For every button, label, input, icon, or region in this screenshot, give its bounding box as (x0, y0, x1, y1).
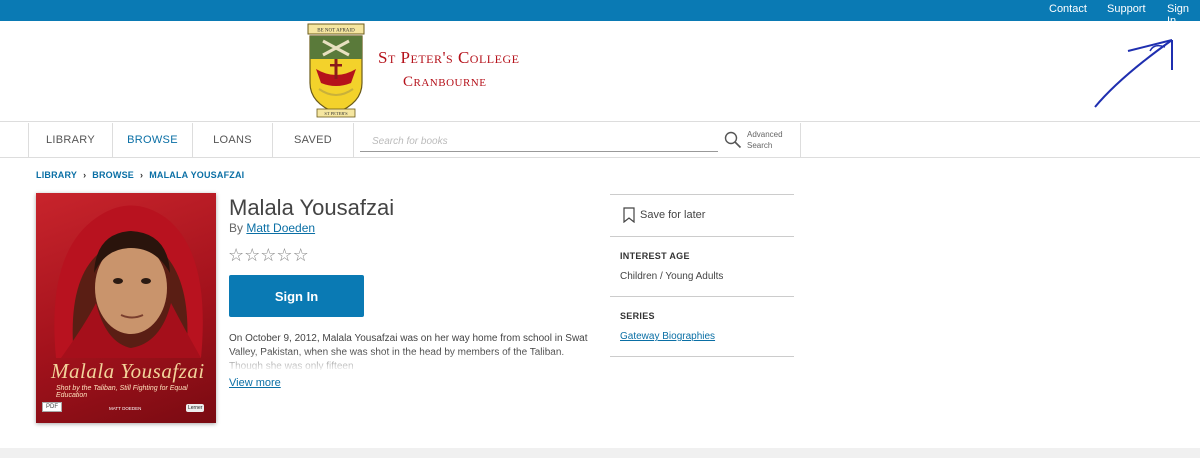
book-title: Malala Yousafzai (229, 195, 395, 220)
interest-age-section: INTEREST AGE Children / Young Adults (610, 236, 794, 296)
search-input[interactable] (360, 131, 718, 152)
search-label: Search (747, 141, 773, 150)
chevron-right-icon: › (83, 170, 87, 180)
author-link[interactable]: Matt Doeden (246, 221, 315, 235)
tab-browse[interactable]: BROWSE (113, 123, 193, 158)
top-bar: Contact Support Sign In (0, 0, 1200, 27)
by-label: By (229, 221, 244, 235)
view-more-link[interactable]: View more (229, 377, 281, 389)
publisher-logo: Lerner (186, 404, 205, 412)
support-link[interactable]: Support (1107, 3, 1146, 15)
star-icon[interactable]: ☆ (228, 245, 244, 265)
sign-in-button[interactable]: Sign In (229, 275, 364, 317)
hand-drawn-arrow-annotation (1094, 39, 1173, 108)
search-icon[interactable] (724, 131, 742, 149)
crest-banner: ST PETER'S (324, 111, 348, 116)
bookmark-icon (623, 207, 635, 223)
tab-saved[interactable]: SAVED (273, 123, 354, 158)
breadcrumb: LIBRARY › BROWSE › MALALA YOUSAFZAI (36, 170, 244, 180)
footer-bar (0, 448, 1200, 458)
save-for-later-button[interactable]: Save for later (610, 194, 794, 236)
tab-library[interactable]: LIBRARY (29, 123, 113, 158)
sidebar-divider (610, 356, 794, 357)
series-link[interactable]: Gateway Biographies (620, 331, 715, 342)
interest-age-heading: INTEREST AGE (620, 251, 690, 261)
college-name-line2: Cranbourne (403, 74, 487, 90)
college-crest-logo[interactable]: BE NOT AFRAID ST PETER'S (307, 23, 365, 119)
tab-loans[interactable]: LOANS (193, 123, 273, 158)
crest-motto: BE NOT AFRAID (317, 29, 355, 34)
save-for-later-label: Save for later (640, 209, 706, 221)
star-rating[interactable]: ☆☆☆☆☆ (228, 245, 309, 266)
series-heading: SERIES (620, 311, 655, 321)
format-badge: PDF (42, 402, 62, 412)
description-fade (229, 350, 589, 372)
byline: By Matt Doeden (229, 221, 315, 235)
site-header: BE NOT AFRAID ST PETER'S St Peter's Coll… (0, 21, 1200, 122)
star-icon[interactable]: ☆ (260, 245, 276, 265)
advanced-search-link[interactable]: Advanced Search (747, 129, 783, 151)
main-nav: LIBRARY BROWSE LOANS SAVED Advanced Sear… (0, 123, 1200, 158)
contact-link[interactable]: Contact (1049, 3, 1087, 15)
college-name[interactable]: St Peter's College Cranbourne (378, 48, 519, 91)
cover-title: Malala Yousafzai (51, 359, 205, 383)
interest-age-value: Children / Young Adults (620, 271, 724, 282)
cover-subtitle: Shot by the Taliban, Still Fighting for … (56, 385, 188, 399)
breadcrumb-current[interactable]: MALALA YOUSAFZAI (149, 170, 244, 180)
star-icon[interactable]: ☆ (293, 245, 309, 265)
star-icon[interactable]: ☆ (244, 245, 260, 265)
cover-author: MATT DOEDEN (109, 406, 142, 411)
breadcrumb-library[interactable]: LIBRARY (36, 170, 77, 180)
college-name-line1: St Peter's College (378, 48, 520, 67)
advanced-label: Advanced (747, 130, 783, 139)
book-cover[interactable]: Malala Yousafzai Shot by the Taliban, St… (36, 193, 216, 423)
star-icon[interactable]: ☆ (276, 245, 292, 265)
details-sidebar: Save for later INTEREST AGE Children / Y… (610, 194, 794, 357)
cover-portrait-image (54, 205, 203, 358)
breadcrumb-browse[interactable]: BROWSE (92, 170, 134, 180)
series-section: SERIES Gateway Biographies (610, 296, 794, 356)
chevron-right-icon: › (139, 170, 144, 180)
